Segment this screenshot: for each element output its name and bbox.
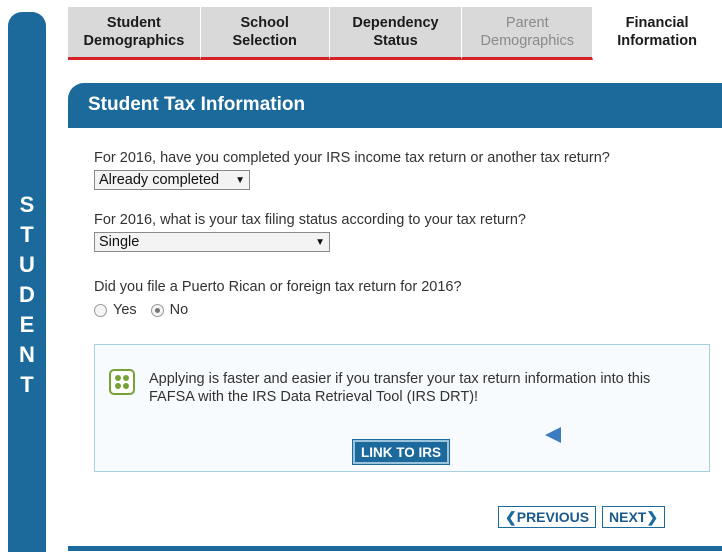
side-letter: D (19, 282, 35, 307)
dropdown-arrow-icon: ▼ (315, 236, 325, 248)
tab-financial-information[interactable]: Financial Information (593, 7, 722, 60)
tab-student-demographics[interactable]: Student Demographics (68, 7, 201, 60)
question-tax-return-completed: For 2016, have you completed your IRS in… (94, 150, 610, 166)
select-value: Single (99, 234, 140, 250)
link-to-irs-button[interactable]: LINK TO IRS (351, 439, 451, 465)
student-side-bar: S T U D E N T (8, 12, 46, 552)
tab-label-line1: Financial (625, 15, 689, 31)
side-letter: T (20, 372, 34, 397)
data-retrieval-tool-icon (109, 369, 135, 395)
side-letter: S (19, 192, 35, 217)
radio-no-label: No (169, 302, 189, 318)
panel-body: For 2016, have you completed your IRS in… (68, 128, 722, 546)
foreign-tax-return-radio-group: Yes No (94, 302, 202, 318)
tax-return-completed-select[interactable]: Already completed ▼ (94, 170, 250, 190)
radio-yes-label: Yes (113, 302, 137, 318)
previous-label: PREVIOUS (516, 509, 590, 525)
question-foreign-tax-return: Did you file a Puerto Rican or foreign t… (94, 279, 462, 295)
panel-bottom-border (68, 546, 722, 551)
chevron-right-icon: ❯ (646, 508, 659, 525)
select-value: Already completed (99, 172, 220, 188)
tab-label-line2: Demographics (480, 33, 575, 49)
irs-drt-info-box: Applying is faster and easier if you tra… (94, 344, 710, 472)
tab-label-line2: Selection (232, 33, 297, 49)
chevron-left-icon: ❮ (505, 508, 517, 525)
section-tabs: Student Demographics School Selection De… (68, 7, 722, 60)
student-vertical-label: S T U D E N T (8, 190, 46, 400)
tab-label-line1: Parent (505, 15, 549, 31)
tab-school-selection[interactable]: School Selection (200, 7, 330, 60)
dropdown-arrow-icon: ▼ (235, 174, 245, 186)
side-letter: E (19, 312, 35, 337)
question-filing-status: For 2016, what is your tax filing status… (94, 212, 526, 228)
tab-dependency-status[interactable]: Dependency Status (329, 7, 463, 60)
previous-button[interactable]: ❮ PREVIOUS (498, 506, 597, 528)
side-letter: T (20, 222, 34, 247)
next-button[interactable]: NEXT ❯ (602, 506, 666, 528)
tab-parent-demographics: Parent Demographics (462, 7, 594, 60)
page-title: Student Tax Information (88, 94, 306, 115)
tab-label-line2: Information (617, 33, 697, 49)
tab-label-line1: Dependency (352, 15, 439, 31)
side-letter: U (19, 252, 35, 277)
next-label: NEXT (609, 509, 647, 525)
tab-label-line2: Status (373, 33, 418, 49)
pointer-arrow-icon (545, 427, 561, 443)
tab-label-line2: Demographics (83, 33, 185, 49)
irs-drt-message: Applying is faster and easier if you tra… (149, 371, 651, 405)
radio-yes[interactable] (94, 303, 107, 317)
radio-no[interactable] (150, 303, 164, 317)
tab-label-line1: School (240, 15, 289, 31)
filing-status-select[interactable]: Single ▼ (94, 232, 330, 252)
side-letter: N (19, 342, 35, 367)
panel-header: Student Tax Information (68, 83, 722, 128)
tab-label-line1: Student (106, 15, 161, 31)
